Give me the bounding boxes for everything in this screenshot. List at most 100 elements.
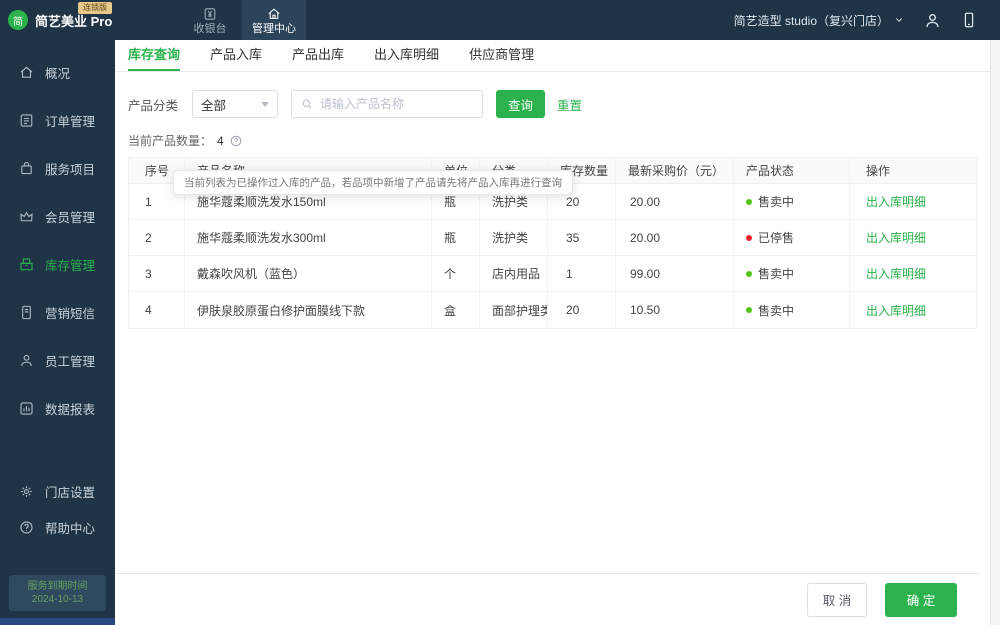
- crown-icon: [18, 208, 35, 225]
- inout-detail-link[interactable]: 出入库明细: [866, 302, 926, 319]
- cell-price: 10.50: [616, 292, 734, 328]
- sidebar: 概况 订单管理 服务项目 会员管理 库存管理 营销短信 员工管理 数据报表 门店…: [0, 40, 115, 625]
- sidebar-item-services[interactable]: 服务项目: [0, 144, 115, 192]
- status-text: 已停售: [758, 231, 795, 245]
- cell-product-name: 戴森吹风机（蓝色）: [185, 256, 432, 291]
- cell-category: 面部护理类: [480, 292, 548, 328]
- product-count-label: 当前产品数量：: [128, 134, 213, 148]
- product-search-box[interactable]: [291, 90, 484, 118]
- person-icon: [18, 352, 35, 369]
- inout-detail-link[interactable]: 出入库明细: [866, 265, 926, 282]
- content-card: 库存查询 产品入库 产品出库 出入库明细 供应商管理 产品分类 全部 请输入产品…: [115, 40, 990, 625]
- briefcase-icon: [18, 160, 35, 177]
- sidebar-item-help-center[interactable]: 帮助中心: [0, 509, 115, 545]
- sms-phone-icon: [18, 304, 35, 321]
- chevron-down-icon: [893, 14, 905, 26]
- top-tab-admin-center[interactable]: 管理中心: [242, 0, 306, 40]
- cell-unit: 盒: [432, 292, 480, 328]
- top-bar: 简 简艺美业 Pro 连锁版 收银台 管理中心 简艺造型 studio（复兴门店: [0, 0, 1000, 40]
- sidebar-item-staff[interactable]: 员工管理: [0, 336, 115, 384]
- query-button[interactable]: 查询: [496, 90, 546, 118]
- cell-price: 99.00: [616, 256, 734, 291]
- cell-status: 售卖中: [734, 184, 850, 219]
- brand-logo-icon: 简: [8, 10, 28, 30]
- tab-inventory-query[interactable]: 库存查询: [128, 40, 181, 71]
- brand: 简 简艺美业 Pro 连锁版: [0, 0, 150, 40]
- home-icon: [18, 64, 35, 81]
- inventory-boxes-icon: [18, 256, 35, 273]
- count-help-icon[interactable]: [229, 134, 243, 148]
- cell-status: 已停售: [734, 220, 850, 255]
- sidebar-bottom-strip: [0, 618, 115, 625]
- sidebar-item-members[interactable]: 会员管理: [0, 192, 115, 240]
- confirm-button[interactable]: 确 定: [885, 582, 957, 617]
- status-dot: [746, 198, 752, 205]
- sidebar-item-store-settings[interactable]: 门店设置: [0, 473, 115, 509]
- top-tab-admin-center-label: 管理中心: [252, 22, 296, 35]
- tab-product-inbound[interactable]: 产品入库: [210, 40, 262, 71]
- cell-action: 出入库明细: [850, 184, 976, 219]
- sidebar-menu: 概况 订单管理 服务项目 会员管理 库存管理 营销短信 员工管理 数据报表: [0, 40, 115, 432]
- sidebar-item-label: 会员管理: [45, 210, 96, 225]
- top-tab-cashier-label: 收银台: [193, 22, 227, 35]
- cell-stock: 20: [548, 292, 616, 328]
- cell-stock: 35: [548, 220, 616, 255]
- cancel-button[interactable]: 取 消: [807, 582, 867, 617]
- status-text: 售卖中: [758, 195, 795, 209]
- inout-detail-link[interactable]: 出入库明细: [866, 229, 926, 246]
- sidebar-item-label: 员工管理: [45, 354, 96, 369]
- cell-stock: 1: [548, 256, 616, 291]
- header-action: 操作: [866, 164, 891, 178]
- filter-row: 产品分类 全部 查询 重置 当前列表为已操作过入库的产品，若品项中新增了产品请先…: [128, 90, 990, 195]
- status-text: 售卖中: [758, 303, 795, 318]
- order-list-icon: [18, 112, 35, 129]
- tab-supplier-management[interactable]: 供应商管理: [469, 40, 534, 71]
- service-expiry-label: 服务到期时间: [27, 581, 88, 592]
- cell-unit: 瓶: [432, 220, 480, 255]
- sidebar-item-label: 库存管理: [45, 258, 96, 273]
- header-latest-price: 最新采购价（元）: [616, 158, 734, 183]
- cell-product-name: 伊肤泉胶原蛋白修护面膜线下款: [185, 292, 432, 328]
- cell-action: 出入库明细: [850, 292, 976, 328]
- admin-center-icon: [266, 6, 282, 22]
- category-select[interactable]: 全部: [192, 90, 279, 118]
- sidebar-item-inventory[interactable]: 库存管理: [0, 240, 115, 288]
- product-search-input[interactable]: [320, 97, 471, 111]
- bar-chart-icon: [18, 400, 35, 417]
- sidebar-item-orders[interactable]: 订单管理: [0, 96, 115, 144]
- reset-link[interactable]: 重置: [557, 95, 582, 114]
- sidebar-item-reports[interactable]: 数据报表: [0, 384, 115, 432]
- search-icon: [300, 97, 314, 111]
- sidebar-item-sms-marketing[interactable]: 营销短信: [0, 288, 115, 336]
- cell-unit: 个: [432, 256, 480, 291]
- inout-detail-link[interactable]: 出入库明细: [866, 193, 926, 210]
- mobile-device-icon[interactable]: [960, 11, 978, 29]
- gear-icon: [18, 483, 35, 500]
- cell-no: 3: [129, 256, 185, 291]
- cell-product-name: 施华蔻柔顺洗发水300ml: [185, 220, 432, 255]
- service-expiry-box: 服务到期时间 2024-10-13: [9, 575, 106, 611]
- tab-product-outbound[interactable]: 产品出库: [292, 40, 344, 71]
- inbound-hint-tooltip: 当前列表为已操作过入库的产品，若品项中新增了产品请先将产品入库再进行查询: [173, 170, 573, 195]
- sidebar-item-label: 概况: [45, 66, 71, 81]
- select-caret-icon: [261, 101, 270, 107]
- sidebar-item-label: 帮助中心: [45, 521, 96, 536]
- header-status: 产品状态: [734, 158, 850, 183]
- sidebar-item-label: 数据报表: [45, 402, 96, 417]
- store-switcher[interactable]: 简艺造型 studio（复兴门店）: [734, 12, 905, 29]
- user-account-icon[interactable]: [923, 11, 942, 30]
- vertical-scrollbar[interactable]: [990, 40, 1000, 625]
- question-circle-icon: [18, 519, 35, 536]
- cell-no: 4: [129, 292, 185, 328]
- sidebar-bottom: 门店设置 帮助中心: [0, 473, 115, 545]
- store-name: 简艺造型 studio（复兴门店）: [733, 13, 889, 28]
- product-count-value: 4: [217, 133, 224, 148]
- cell-category: 洗护类: [480, 220, 548, 255]
- top-tab-cashier[interactable]: 收银台: [178, 0, 242, 40]
- sidebar-item-overview[interactable]: 概况: [0, 48, 115, 96]
- sidebar-item-label: 门店设置: [45, 485, 96, 500]
- status-dot: [746, 234, 752, 241]
- tab-inout-detail[interactable]: 出入库明细: [374, 40, 439, 71]
- table-row: 3 戴森吹风机（蓝色） 个 店内用品 1 99.00 售卖中 出入库明细: [129, 256, 976, 292]
- service-expiry-date: 2024-10-13: [31, 594, 84, 605]
